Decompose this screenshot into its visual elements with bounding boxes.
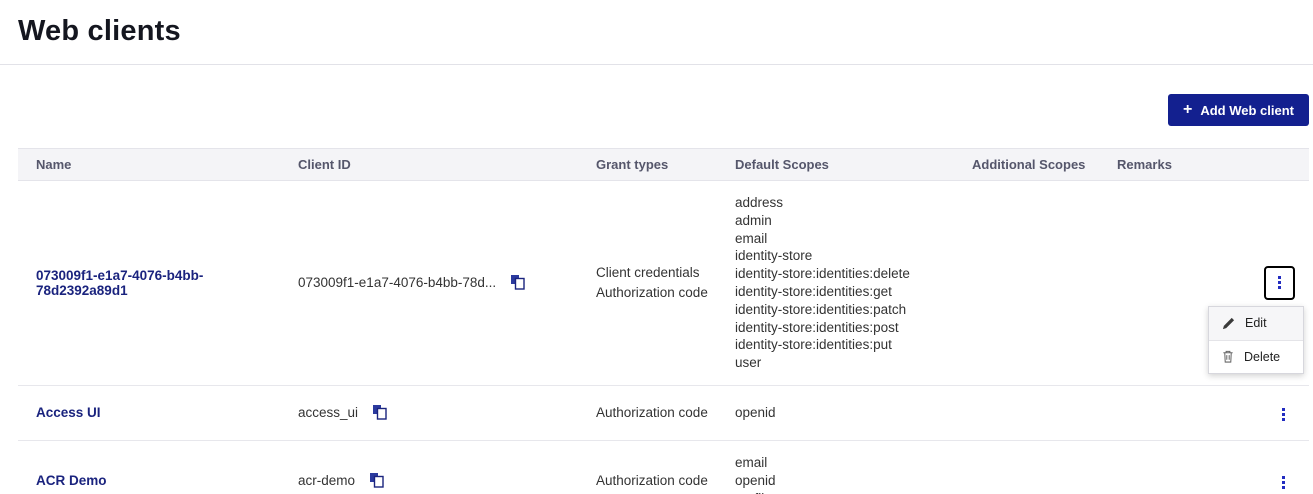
table-row: 073009f1-e1a7-4076-b4bb-78d2392a89d1 073…: [18, 180, 1309, 386]
copy-icon[interactable]: [510, 274, 526, 291]
additional-scopes-cell: [972, 180, 1117, 386]
page-title: Web clients: [18, 15, 181, 47]
remarks-cell: [1117, 440, 1227, 494]
kebab-dots-icon: [1282, 407, 1285, 411]
default-scopes-cell: openid: [735, 385, 972, 441]
client-name-link[interactable]: ACR Demo: [36, 473, 107, 488]
table-header-row: Name Client ID Grant types Default Scope…: [18, 148, 1309, 181]
title-bar: Web clients: [0, 0, 1313, 65]
column-header-name: Name: [18, 148, 298, 181]
client-id-value: access_ui: [298, 405, 359, 421]
pencil-icon: [1222, 317, 1235, 330]
client-name-link[interactable]: Access UI: [36, 405, 101, 420]
plus-icon: +: [1183, 101, 1193, 118]
remarks-cell: [1117, 385, 1227, 441]
column-header-default-scopes: Default Scopes: [735, 148, 972, 181]
table-row: Access UI access_ui Authorization code o…: [18, 385, 1309, 441]
row-actions-kebab-button[interactable]: [1272, 402, 1295, 427]
default-scopes-cell: email openid profile: [735, 440, 972, 494]
copy-icon[interactable]: [372, 404, 388, 421]
copy-icon[interactable]: [369, 472, 385, 489]
menu-item-edit[interactable]: Edit: [1209, 306, 1303, 340]
additional-scopes-cell: [972, 385, 1117, 441]
toolbar: + Add Web client: [0, 65, 1313, 126]
web-clients-table: Name Client ID Grant types Default Scope…: [18, 148, 1309, 494]
row-actions-kebab-button[interactable]: [1272, 470, 1295, 494]
client-id-value: acr-demo: [298, 473, 356, 489]
add-web-client-label: Add Web client: [1200, 102, 1294, 118]
column-header-remarks: Remarks: [1117, 148, 1227, 181]
client-id-value: 073009f1-e1a7-4076-b4bb-78d...: [298, 275, 497, 291]
grant-types-cell: Authorization code: [596, 440, 735, 494]
column-header-additional-scopes: Additional Scopes: [972, 148, 1117, 181]
column-header-grant-types: Grant types: [596, 148, 735, 181]
grant-types-cell: Client credentials Authorization code: [596, 180, 735, 386]
column-header-actions: [1227, 148, 1309, 181]
table-row: ACR Demo acr-demo Authorization code ema…: [18, 440, 1309, 494]
row-actions-menu: Edit Delete: [1208, 305, 1304, 374]
add-web-client-button[interactable]: + Add Web client: [1168, 94, 1309, 126]
kebab-dots-icon: [1278, 276, 1281, 280]
kebab-dots-icon: [1282, 475, 1285, 479]
row-actions-kebab-button[interactable]: [1264, 265, 1295, 300]
menu-item-delete[interactable]: Delete: [1209, 339, 1303, 373]
column-header-client-id: Client ID: [298, 148, 596, 181]
client-name-link[interactable]: 073009f1-e1a7-4076-b4bb-78d2392a89d1: [36, 268, 203, 298]
trash-icon: [1223, 351, 1233, 364]
additional-scopes-cell: [972, 440, 1117, 494]
grant-types-cell: Authorization code: [596, 385, 735, 441]
default-scopes-cell: address admin email identity-store ident…: [735, 180, 972, 386]
